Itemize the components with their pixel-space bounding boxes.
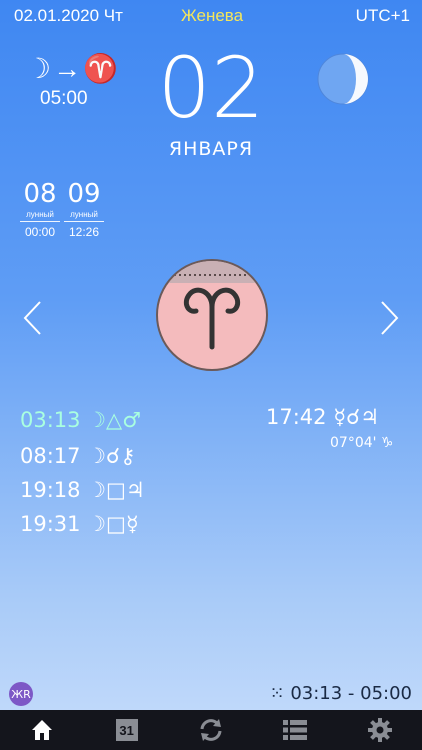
next-day-arrow-icon[interactable] [378,300,400,336]
tab-home[interactable] [12,710,72,750]
aspect-symbols: ☽△♂ [87,408,142,432]
status-date: 02.01.2020 Чт [14,6,123,25]
tab-list[interactable] [265,710,325,750]
side-event-symbols: ☿☌♃ [333,405,380,429]
tab-sync[interactable] [181,710,241,750]
lunar-day-time: 12:26 [68,225,100,239]
aspect-time: 19:31 [20,512,81,536]
tab-bar: 31 [0,710,422,750]
zodiac-sign-button[interactable] [156,259,268,371]
lunar-day-caption: лунный [20,210,60,222]
lunar-day-number: 09 [67,179,101,209]
lunar-day-2: 09 лунный 12:26 [64,180,104,239]
calendar-icon: 31 [115,719,138,741]
moon-phase-icon [317,53,369,105]
aspect-row: 08:17 ☽☌⚷ [20,444,136,468]
lunar-day-1: 08 лунный 00:00 [20,180,60,239]
side-event: 17:42 ☿☌♃ [266,405,379,429]
aspect-symbols: ☽□☿ [87,512,139,536]
tab-settings[interactable] [350,710,410,750]
side-event-position: 07°04' ♑ [330,435,394,451]
city-link[interactable]: Женева [181,6,243,26]
aspect-symbols: ☽☌⚷ [87,444,136,468]
void-course: ⁙ 03:13 - 05:00 [270,683,413,704]
lunar-day-caption: лунный [64,210,104,222]
lunar-day-time: 00:00 [24,225,56,239]
home-icon [32,720,53,740]
aries-icon [158,261,266,350]
lunar-day-number: 08 [23,179,57,209]
gear-icon [367,718,392,742]
app-logo-icon[interactable]: ЖR [9,682,33,706]
refresh-icon [200,719,222,741]
side-event-time: 17:42 [266,405,327,429]
aspect-row: 03:13 ☽△♂ [20,408,141,432]
timezone: UTC+1 [355,6,410,25]
screen: 02.01.2020 Чт Женева UTC+1 ☽→♈ 05:00 02 … [0,0,422,750]
aspect-time: 03:13 [20,408,81,432]
aspect-row: 19:31 ☽□☿ [20,512,139,536]
dots-icon: ⁙ [269,683,291,704]
prev-day-arrow-icon[interactable] [22,300,44,336]
aspect-time: 08:17 [20,444,81,468]
tab-calendar[interactable]: 31 [97,710,157,750]
aspect-time: 19:18 [20,478,81,502]
list-icon [283,720,308,740]
svg-text:ЖR: ЖR [11,688,31,701]
month-name: ЯНВАРЯ [168,138,254,160]
aspect-row: 19:18 ☽□♃ [20,478,145,502]
aspect-symbols: ☽□♃ [87,478,145,502]
void-course-time: 03:13 - 05:00 [290,683,412,704]
